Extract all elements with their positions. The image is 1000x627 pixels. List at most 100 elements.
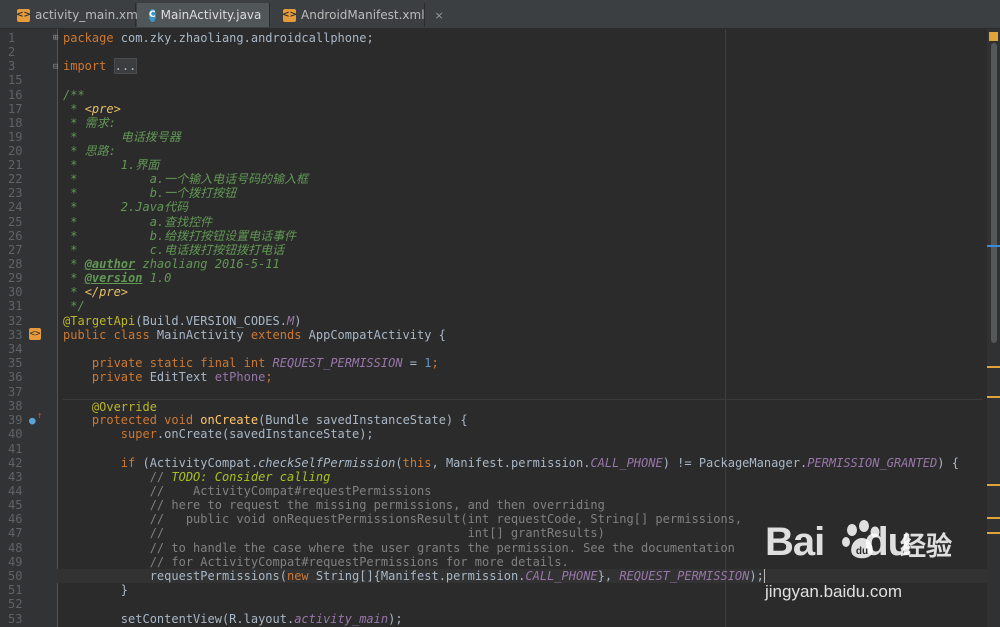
line-number: 37 <box>8 385 23 399</box>
code-line: * b.一个拨打按钮 <box>63 186 237 200</box>
warning-marker-icon[interactable] <box>989 32 998 41</box>
warning-stripe[interactable] <box>987 484 1000 486</box>
line-number: 33 <box>8 328 23 342</box>
baidu-watermark: Bai du du 经验 jingyan.baidu.com <box>765 520 995 610</box>
baidu-paw-icon: du <box>842 520 880 559</box>
code-line: */ <box>63 299 85 313</box>
code-line: * 需求: <box>63 116 116 130</box>
line-number: 53 <box>8 612 23 626</box>
xml-file-icon: <> <box>15 8 32 22</box>
code-line: // here to request the missing permissio… <box>63 498 605 512</box>
warning-stripe[interactable] <box>987 366 1000 368</box>
line-number: 16 <box>8 88 23 102</box>
line-number: 41 <box>8 442 23 456</box>
override-arrow-icon[interactable]: ↑ <box>37 411 42 421</box>
code-line: requestPermissions(new String[]{Manifest… <box>63 569 765 583</box>
watermark-url: jingyan.baidu.com <box>765 582 903 601</box>
code-line: * 1.界面 <box>63 158 160 172</box>
code-line: } <box>63 583 129 597</box>
line-number: 50 <box>8 569 23 583</box>
line-number: 3 <box>8 59 16 73</box>
line-number: 27 <box>8 243 23 257</box>
code-line: * a.一个输入电话号码的输入框 <box>63 172 309 186</box>
code-line: * 思路: <box>63 144 116 158</box>
line-number: 34 <box>8 342 23 356</box>
tab-label: MainActivity.java <box>160 8 262 22</box>
line-number: 20 <box>8 144 23 158</box>
code-line: * a.查找控件 <box>63 215 213 229</box>
line-number: 24 <box>8 200 23 214</box>
code-line: * b.给拨打按钮设置电话事件 <box>63 229 297 243</box>
code-line: super.onCreate(savedInstanceState); <box>63 427 374 441</box>
line-number: 40 <box>8 427 23 441</box>
line-number: 30 <box>8 285 23 299</box>
line-number: 36 <box>8 370 23 384</box>
close-icon[interactable]: × <box>435 9 444 22</box>
line-number: 32 <box>8 314 23 328</box>
line-number: 51 <box>8 583 23 597</box>
line-number: 52 <box>8 597 23 611</box>
line-number: 31 <box>8 299 23 313</box>
code-line: setContentView(R.layout.activity_main); <box>63 612 403 626</box>
line-number: 25 <box>8 215 23 229</box>
editor-tab-bar: <> activity_main.xml × C MainActivity.ja… <box>0 0 1000 29</box>
warning-stripe[interactable] <box>987 396 1000 398</box>
tab-label: activity_main.xml <box>35 8 142 22</box>
line-number: 28 <box>8 257 23 271</box>
usage-marker[interactable] <box>987 245 1000 247</box>
code-line: @TargetApi(Build.VERSION_CODES.M) <box>63 314 302 328</box>
tab-activity-main-xml[interactable]: <> activity_main.xml × <box>5 3 160 27</box>
line-number: 48 <box>8 541 23 555</box>
code-line: * </pre> <box>63 285 129 299</box>
line-number: 15 <box>8 73 23 87</box>
code-line: /** <box>63 88 85 102</box>
line-number: 45 <box>8 498 23 512</box>
line-number: 1 <box>8 31 16 45</box>
java-class-icon: C <box>149 8 156 22</box>
line-number: 38 <box>8 399 23 413</box>
tab-android-manifest-xml[interactable]: <> AndroidManifest.xml × <box>271 3 444 27</box>
code-line: // to handle the case where the user gra… <box>63 541 735 555</box>
code-line: * 电话拨号器 <box>63 130 181 144</box>
line-number: 19 <box>8 130 23 144</box>
line-number: 49 <box>8 555 23 569</box>
code-line: @Override <box>63 399 983 414</box>
line-number: 29 <box>8 271 23 285</box>
code-line: if (ActivityCompat.checkSelfPermission(t… <box>63 456 959 470</box>
fold-marker-icon[interactable]: ⊟ <box>53 62 58 72</box>
line-number: 18 <box>8 116 23 130</box>
line-number: 2 <box>8 45 16 59</box>
folded-imports[interactable]: ... <box>113 58 138 74</box>
code-line: protected void onCreate(Bundle savedInst… <box>63 413 468 427</box>
tab-label: AndroidManifest.xml <box>301 8 425 22</box>
tab-main-activity-java[interactable]: C MainActivity.java × <box>137 3 281 27</box>
right-margin-guide <box>725 29 726 627</box>
code-line: private static final int REQUEST_PERMISS… <box>63 356 439 370</box>
svg-text:du: du <box>856 546 868 557</box>
code-line: // TODO: Consider calling <box>63 470 331 484</box>
class-icon[interactable]: <> <box>29 328 41 340</box>
code-line: * c.电话拨打按钮拨打电话 <box>63 243 285 257</box>
line-number: 26 <box>8 229 23 243</box>
watermark-logo-text: Bai du <box>765 520 912 564</box>
code-line: * 2.Java代码 <box>63 200 189 214</box>
code-line: // for ActivityCompat#requestPermissions… <box>63 555 569 569</box>
line-number: 46 <box>8 512 23 526</box>
line-number: 47 <box>8 526 23 540</box>
line-number: 23 <box>8 186 23 200</box>
line-number: 35 <box>8 356 23 370</box>
line-number: 42 <box>8 456 23 470</box>
code-line: * @version 1.0 <box>63 271 172 285</box>
code-line: package com.zky.zhaoliang.androidcallpho… <box>63 31 374 45</box>
warning-stripe[interactable] <box>987 517 1000 519</box>
code-line: // public void onRequestPermissionsResul… <box>63 512 743 526</box>
code-line: * <pre> <box>63 102 121 116</box>
fold-marker-icon[interactable]: ⊞ <box>53 33 58 43</box>
line-number: 22 <box>8 172 23 186</box>
code-line: // ActivityCompat#requestPermissions <box>63 484 432 498</box>
line-number: 39 <box>8 413 23 427</box>
code-line: public class MainActivity extends AppCom… <box>63 328 446 342</box>
xml-file-icon: <> <box>281 8 298 22</box>
scrollbar-thumb[interactable] <box>991 43 997 343</box>
line-number: 17 <box>8 102 23 116</box>
